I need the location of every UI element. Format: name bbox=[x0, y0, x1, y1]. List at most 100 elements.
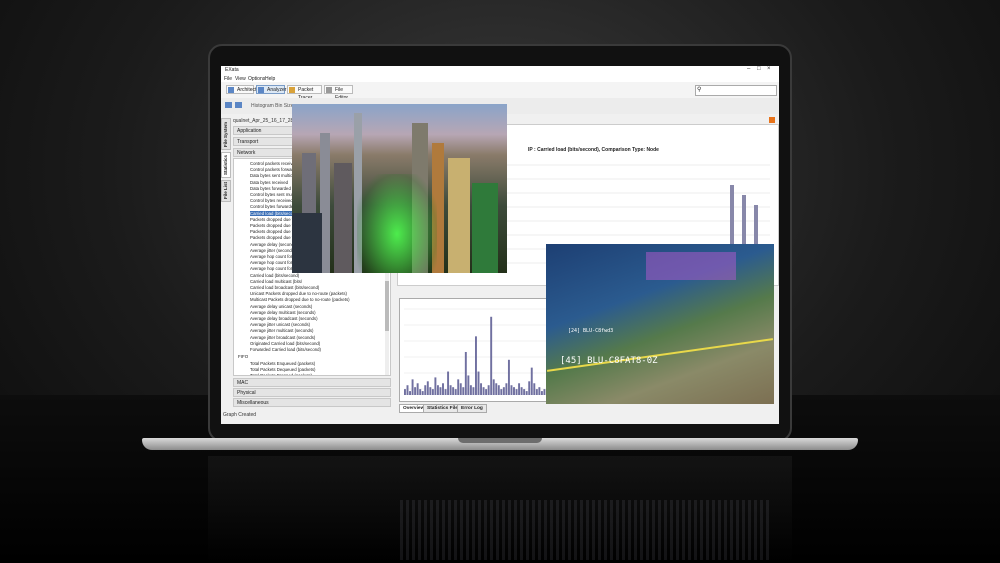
bar bbox=[530, 367, 533, 395]
tree-item[interactable]: Average jitter broadcast (seconds) bbox=[250, 335, 315, 340]
folder-icon[interactable] bbox=[225, 102, 232, 108]
tree-item[interactable]: Packets dropped due to bbox=[250, 217, 295, 222]
tree-item[interactable]: Average delay (seconds) bbox=[250, 242, 297, 247]
tree-item[interactable]: Data bytes sent multicast bbox=[250, 173, 298, 178]
bar bbox=[442, 383, 444, 395]
bar bbox=[480, 383, 483, 395]
bar bbox=[500, 389, 503, 395]
tree-item[interactable]: Average hop count for bbox=[250, 254, 292, 259]
tree-item[interactable]: Carried load broadcast (bits/second) bbox=[250, 285, 319, 290]
bar bbox=[533, 383, 536, 395]
bar bbox=[528, 381, 531, 395]
bar bbox=[447, 371, 450, 395]
bar bbox=[520, 387, 523, 395]
tree-item[interactable]: Total Packets Enqueued (packets) bbox=[250, 361, 315, 366]
file-editor-button[interactable]: File Editor bbox=[324, 85, 353, 101]
tree-item[interactable]: Packets dropped due to bbox=[250, 229, 295, 234]
bar bbox=[444, 389, 447, 395]
bar bbox=[404, 389, 406, 395]
tab-statistics[interactable]: Statistics bbox=[221, 152, 231, 178]
bar bbox=[525, 391, 528, 395]
packet-tracer-icon bbox=[289, 87, 295, 93]
map-overlay: [45] BLU-C8FAT8-0Z [24] BLU-C8fwd3 bbox=[546, 244, 774, 404]
status-text: Graph Created bbox=[223, 412, 257, 418]
bar bbox=[409, 391, 412, 395]
chart-reflection bbox=[400, 500, 770, 560]
tree-item[interactable]: Average jitter (seconds) bbox=[250, 248, 295, 253]
architect-button[interactable]: Architect bbox=[226, 85, 257, 94]
tree-item[interactable]: Packets dropped due to bbox=[250, 235, 295, 240]
tab-file-system[interactable]: File System bbox=[221, 118, 231, 150]
bar bbox=[452, 387, 455, 395]
bar bbox=[421, 391, 424, 395]
chart-panel-bottom bbox=[399, 298, 551, 402]
tab-file-list[interactable]: File List bbox=[221, 180, 231, 202]
bar bbox=[523, 389, 526, 395]
accordion-miscellaneous[interactable]: Miscellaneous bbox=[233, 398, 391, 407]
close-panel-icon[interactable] bbox=[769, 117, 775, 123]
architect-label: Architect bbox=[237, 87, 257, 93]
bar bbox=[495, 383, 498, 395]
tree-group-fifo[interactable]: FIFO bbox=[238, 354, 248, 359]
tree-item[interactable]: Originated Carried load (bits/second) bbox=[250, 341, 320, 346]
bar bbox=[477, 371, 480, 395]
tree-item[interactable]: Average hop count for bbox=[250, 260, 292, 265]
bar bbox=[497, 385, 500, 395]
tree-item[interactable]: Average delay broadcast (seconds) bbox=[250, 316, 318, 321]
tree-item[interactable]: Data bytes forwarded bbox=[250, 186, 291, 191]
tab-error-log[interactable]: Error Log bbox=[457, 404, 487, 413]
bar bbox=[414, 387, 417, 395]
bar bbox=[469, 385, 472, 395]
tree-item[interactable]: Data bytes received bbox=[250, 180, 288, 185]
architect-icon bbox=[228, 87, 234, 93]
bar bbox=[449, 385, 452, 395]
bar bbox=[426, 381, 429, 395]
bar bbox=[518, 383, 521, 395]
tree-item[interactable]: Average hop count for bbox=[250, 266, 292, 271]
minimize-icon[interactable]: – bbox=[747, 66, 750, 72]
analyzer-label: Analyzer bbox=[267, 87, 287, 93]
tree-item[interactable]: Average delay unicast (seconds) bbox=[250, 304, 312, 309]
tree-item[interactable]: Total Packets Dropped (packets) bbox=[250, 373, 312, 375]
laptop-notch bbox=[458, 438, 542, 443]
tree-item[interactable]: Total Packets Dequeued (packets) bbox=[250, 367, 315, 372]
bar bbox=[454, 389, 457, 395]
maximize-icon[interactable]: □ bbox=[757, 66, 761, 72]
app-title: EXata bbox=[225, 67, 239, 73]
bar bbox=[513, 387, 515, 395]
accordion-physical[interactable]: Physical bbox=[233, 388, 391, 397]
tree-item[interactable]: Unicast Packets dropped due to no-route … bbox=[250, 291, 347, 296]
tree-item[interactable]: Carried load multicast (bits/ bbox=[250, 279, 302, 284]
bar bbox=[538, 387, 541, 395]
tree-item[interactable]: Control bytes received bbox=[250, 198, 293, 203]
analyzer-button[interactable]: Analyzer bbox=[256, 85, 287, 94]
file-editor-icon bbox=[326, 87, 332, 93]
bar bbox=[464, 351, 467, 395]
bar bbox=[472, 387, 475, 395]
tree-item[interactable]: Packets dropped due to bbox=[250, 223, 295, 228]
menu-bar: File View Options Help bbox=[221, 75, 779, 82]
search-input[interactable]: ⚲ bbox=[695, 85, 777, 96]
tree-item[interactable]: Control packets received bbox=[250, 161, 297, 166]
tree-scroll-thumb[interactable] bbox=[385, 281, 389, 331]
bar bbox=[487, 385, 490, 395]
accordion-mac[interactable]: MAC bbox=[233, 378, 391, 387]
toolbar: Architect Analyzer Packet Tracer File Ed… bbox=[221, 82, 779, 101]
bar bbox=[429, 387, 432, 395]
bar bbox=[507, 359, 510, 395]
tree-item[interactable]: Carried load (bits/second) bbox=[250, 273, 299, 278]
tree-item[interactable]: Control bytes forwarded bbox=[250, 204, 296, 209]
tree-item[interactable]: Average delay multicast (seconds) bbox=[250, 310, 316, 315]
close-icon[interactable]: × bbox=[767, 66, 771, 72]
bar bbox=[462, 387, 465, 395]
tab-file-system-label: File System bbox=[223, 121, 228, 147]
bar bbox=[505, 383, 508, 395]
tree-item[interactable]: Forwarded Carried load (bits/second) bbox=[250, 347, 321, 352]
bar bbox=[482, 387, 485, 395]
search-icon: ⚲ bbox=[697, 87, 702, 93]
tree-item[interactable]: Average jitter unicast (seconds) bbox=[250, 322, 310, 327]
tree-item[interactable]: Average jitter multicast (seconds) bbox=[250, 328, 313, 333]
packet-tracer-button[interactable]: Packet Tracer bbox=[287, 85, 322, 101]
graph-icon[interactable] bbox=[235, 102, 242, 108]
tree-item[interactable]: Multicast Packets dropped due to no-rout… bbox=[250, 297, 350, 302]
